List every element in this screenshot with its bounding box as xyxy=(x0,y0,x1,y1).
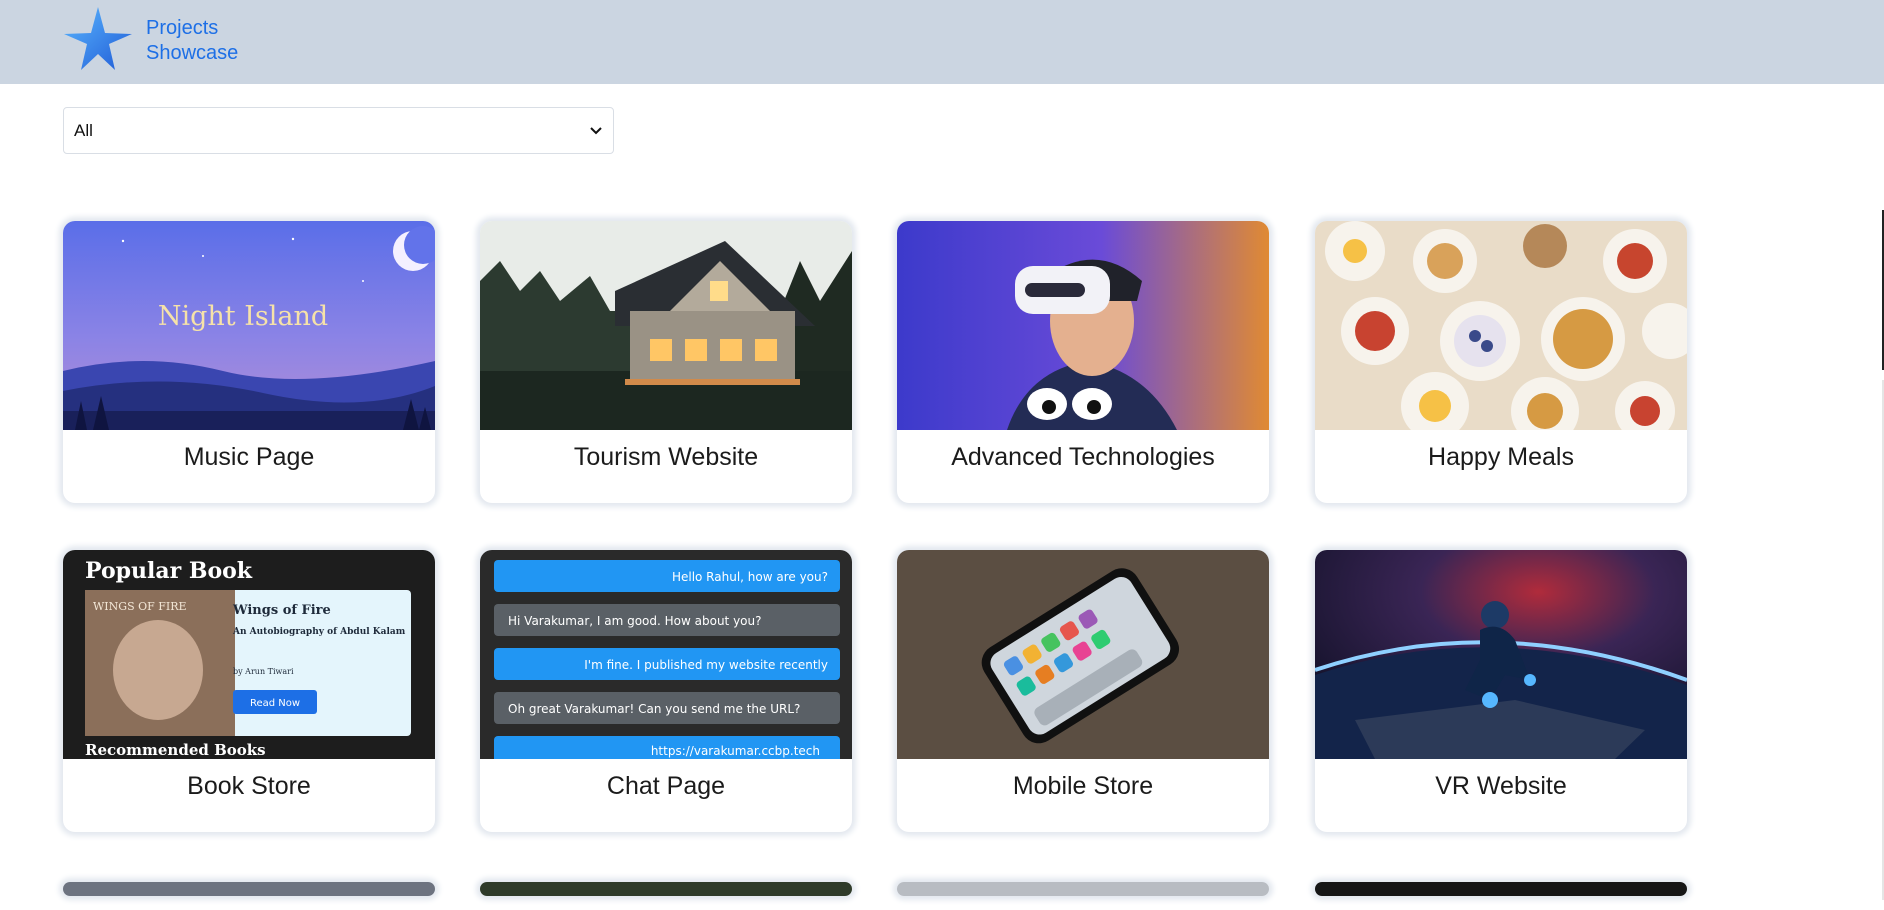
project-card-vr-website[interactable]: VR Website xyxy=(1315,550,1687,832)
project-thumbnail-partial xyxy=(480,882,852,896)
book-author: by Arun Tiwari xyxy=(233,667,294,676)
project-card-tourism[interactable]: Tourism Website xyxy=(480,221,852,503)
chat-message-2: Hi Varakumar, I am good. How about you? xyxy=(508,614,762,628)
read-now-button: Read Now xyxy=(250,698,300,709)
book-subtitle: An Autobiography of Abdul Kalam xyxy=(232,627,406,637)
book-cover-title: WINGS OF FIRE xyxy=(93,600,187,613)
project-title: Advanced Technologies xyxy=(951,443,1215,471)
chat-page-thumbnail: Hello Rahul, how are you? Hi Varakumar, … xyxy=(480,550,852,759)
chat-message-4: Oh great Varakumar! Can you send me the … xyxy=(508,702,800,716)
project-card-partial-4[interactable] xyxy=(1315,882,1687,896)
project-title: Happy Meals xyxy=(1428,443,1574,471)
project-card-partial-3[interactable] xyxy=(897,882,1269,896)
chat-message-1: Hello Rahul, how are you? xyxy=(672,570,828,584)
project-card-mobile-store[interactable]: Mobile Store xyxy=(897,550,1269,832)
tourism-website-thumbnail xyxy=(480,221,852,430)
project-title: VR Website xyxy=(1435,772,1567,800)
project-title: Chat Page xyxy=(606,772,726,800)
project-card-partial-1[interactable] xyxy=(63,882,435,896)
project-title: Music Page xyxy=(183,443,315,471)
book-store-thumbnail: Popular Book WINGS OF FIRE Wings of Fire… xyxy=(63,550,435,759)
project-card-music[interactable]: Night Island Music Page xyxy=(63,221,435,503)
project-thumbnail-partial xyxy=(1315,882,1687,896)
recommended-books-heading: Recommended Books xyxy=(85,741,266,759)
project-title: Mobile Store xyxy=(1012,772,1154,800)
happy-meals-thumbnail xyxy=(1315,221,1687,430)
book-thumbnail-heading: Popular Book xyxy=(85,558,253,584)
project-card-advanced-tech[interactable]: Advanced Technologies xyxy=(897,221,1269,503)
book-title: Wings of Fire xyxy=(232,603,331,618)
projects-grid: Night Island Music Page Tourism Website … xyxy=(0,0,1700,910)
project-thumbnail-partial xyxy=(897,882,1269,896)
chat-message-3: I'm fine. I published my website recentl… xyxy=(584,658,828,672)
project-card-happy-meals[interactable]: Happy Meals xyxy=(1315,221,1687,503)
project-card-chat-page[interactable]: Hello Rahul, how are you? Hi Varakumar, … xyxy=(480,550,852,832)
project-thumbnail-partial xyxy=(63,882,435,896)
music-page-thumbnail: Night Island xyxy=(63,221,435,430)
project-card-book-store[interactable]: Popular Book WINGS OF FIRE Wings of Fire… xyxy=(63,550,435,832)
vr-website-thumbnail xyxy=(1315,550,1687,759)
chat-message-5: https://varakumar.ccbp.tech xyxy=(651,744,820,758)
advanced-technologies-thumbnail xyxy=(897,221,1269,430)
music-thumbnail-title: Night Island xyxy=(158,301,328,332)
project-title: Book Store xyxy=(187,772,311,800)
mobile-store-thumbnail xyxy=(897,550,1269,759)
project-card-partial-2[interactable] xyxy=(480,882,852,896)
project-title: Tourism Website xyxy=(573,443,759,471)
